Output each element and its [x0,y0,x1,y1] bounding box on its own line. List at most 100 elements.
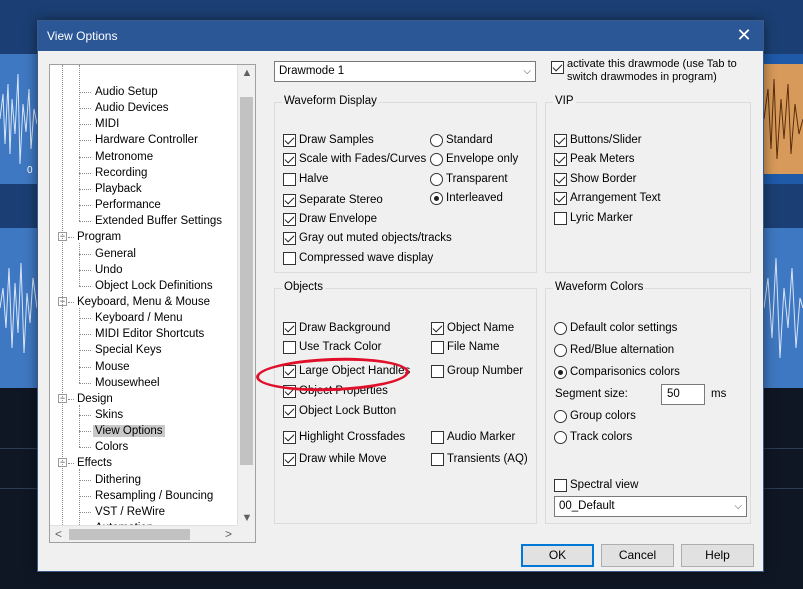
tree-category[interactable]: − Keyboard, Menu & Mouse [58,294,212,310]
drawmode-select[interactable]: Drawmode 1 ⌵ [274,61,536,82]
standard-radio[interactable]: Standard [430,133,493,149]
tree-vertical-scrollbar[interactable]: ▲ ▼ [237,65,255,526]
close-icon[interactable]: ✕ [725,21,763,51]
tree-item[interactable]: Special Keys [79,342,163,358]
checkbox[interactable] [283,405,296,418]
scroll-right-icon[interactable]: > [220,526,237,542]
checkbox[interactable] [431,365,444,378]
tree-item[interactable]: MIDI [79,116,121,132]
draw-envelope-checkbox[interactable]: Draw Envelope [283,212,377,228]
checkbox[interactable] [551,61,564,74]
group-colors-radio[interactable]: Group colors [554,409,636,425]
gray-out-muted-checkbox[interactable]: Gray out muted objects/tracks [283,231,452,247]
tree-item[interactable]: VST / ReWire [79,504,167,520]
radio[interactable] [554,366,567,379]
checkbox[interactable] [554,134,567,147]
interleaved-radio[interactable]: Interleaved [430,191,503,207]
checkbox[interactable] [283,232,296,245]
checkbox[interactable] [283,173,296,186]
checkbox[interactable] [283,341,296,354]
tree-item[interactable]: Keyboard / Menu [79,310,185,326]
tree-horizontal-scrollbar[interactable]: < > [50,525,237,542]
tree-item[interactable]: Playback [79,181,144,197]
tree-item[interactable]: MIDI Editor Shortcuts [79,326,206,342]
tree-item[interactable]: View Options [79,423,165,439]
tree-category[interactable]: − Design [58,391,115,407]
radio[interactable] [554,431,567,444]
tree-item[interactable]: Hardware Controller [79,132,200,148]
track-colors-radio[interactable]: Track colors [554,430,632,446]
radio[interactable] [554,322,567,335]
audio-marker-checkbox[interactable]: Audio Marker [431,430,515,446]
checkbox[interactable] [283,213,296,226]
spectral-preset-select[interactable]: 00_Default ⌵ [554,496,747,517]
segment-size-input[interactable]: 50 [661,384,705,405]
highlight-crossfades-checkbox[interactable]: Highlight Crossfades [283,430,405,446]
tree-item[interactable]: Audio Devices [79,100,171,116]
tree-item[interactable]: Resampling / Bouncing [79,488,215,504]
red-blue-alternation-radio[interactable]: Red/Blue alternation [554,343,674,359]
checkbox[interactable] [283,252,296,265]
scroll-up-icon[interactable]: ▲ [238,65,256,81]
halve-checkbox[interactable]: Halve [283,172,328,188]
tree-item[interactable]: Extended Buffer Settings [79,213,224,229]
ok-button[interactable]: OK [521,544,594,567]
tree-item[interactable]: Colors [79,439,130,455]
tree-item[interactable]: Mousewheel [79,375,162,391]
compressed-wave-checkbox[interactable]: Compressed wave display [283,251,433,267]
group-number-checkbox[interactable]: Group Number [431,364,523,380]
radio[interactable] [430,192,443,205]
checkbox[interactable] [283,194,296,207]
radio[interactable] [430,173,443,186]
checkbox[interactable] [554,479,567,492]
tree-item[interactable]: Mouse [79,359,132,375]
radio[interactable] [430,153,443,166]
scrollbar-thumb[interactable] [240,97,253,465]
show-border-checkbox[interactable]: Show Border [554,172,636,188]
envelope-only-radio[interactable]: Envelope only [430,152,518,168]
tree-item[interactable]: Audio Setup [79,84,160,100]
transparent-radio[interactable]: Transparent [430,172,508,188]
checkbox[interactable] [431,453,444,466]
tree-item[interactable]: Skins [79,407,125,423]
radio[interactable] [430,134,443,147]
checkbox[interactable] [554,212,567,225]
object-lock-button-checkbox[interactable]: Object Lock Button [283,404,396,420]
draw-while-move-checkbox[interactable]: Draw while Move [283,452,387,468]
tree-item[interactable]: Object Lock Definitions [79,278,215,294]
checkbox[interactable] [283,153,296,166]
buttons-slider-checkbox[interactable]: Buttons/Slider [554,133,642,149]
scrollbar-thumb[interactable] [69,529,190,540]
tree-item[interactable]: Metronome [79,149,155,165]
peak-meters-checkbox[interactable]: Peak Meters [554,152,635,168]
comparisonics-colors-radio[interactable]: Comparisonics colors [554,365,680,381]
tree-item[interactable]: Dithering [79,472,143,488]
tree-category[interactable]: − Program [58,229,123,245]
help-button[interactable]: Help [681,544,754,567]
radio[interactable] [554,410,567,423]
tree-item[interactable]: Recording [79,165,149,181]
checkbox[interactable] [431,341,444,354]
activate-drawmode-checkbox[interactable]: activate this drawmode (use Tab to switc… [551,58,751,86]
tree-item[interactable]: Performance [79,197,163,213]
arrangement-text-checkbox[interactable]: Arrangement Text [554,191,661,207]
scale-fades-checkbox[interactable]: Scale with Fades/Curves [283,152,426,168]
checkbox[interactable] [431,322,444,335]
checkbox[interactable] [554,192,567,205]
object-name-checkbox[interactable]: Object Name [431,321,514,337]
cancel-button[interactable]: Cancel [601,544,674,567]
tree-item[interactable]: Undo [79,262,125,278]
checkbox[interactable] [283,431,296,444]
scroll-down-icon[interactable]: ▼ [238,510,256,526]
file-name-checkbox[interactable]: File Name [431,340,499,356]
checkbox[interactable] [283,322,296,335]
checkbox[interactable] [554,173,567,186]
radio[interactable] [554,344,567,357]
tree-item[interactable]: General [79,246,138,262]
checkbox[interactable] [431,431,444,444]
draw-samples-checkbox[interactable]: Draw Samples [283,133,374,149]
lyric-marker-checkbox[interactable]: Lyric Marker [554,211,633,227]
spectral-view-checkbox[interactable]: Spectral view [554,478,638,494]
use-track-color-checkbox[interactable]: Use Track Color [283,340,381,356]
checkbox[interactable] [554,153,567,166]
